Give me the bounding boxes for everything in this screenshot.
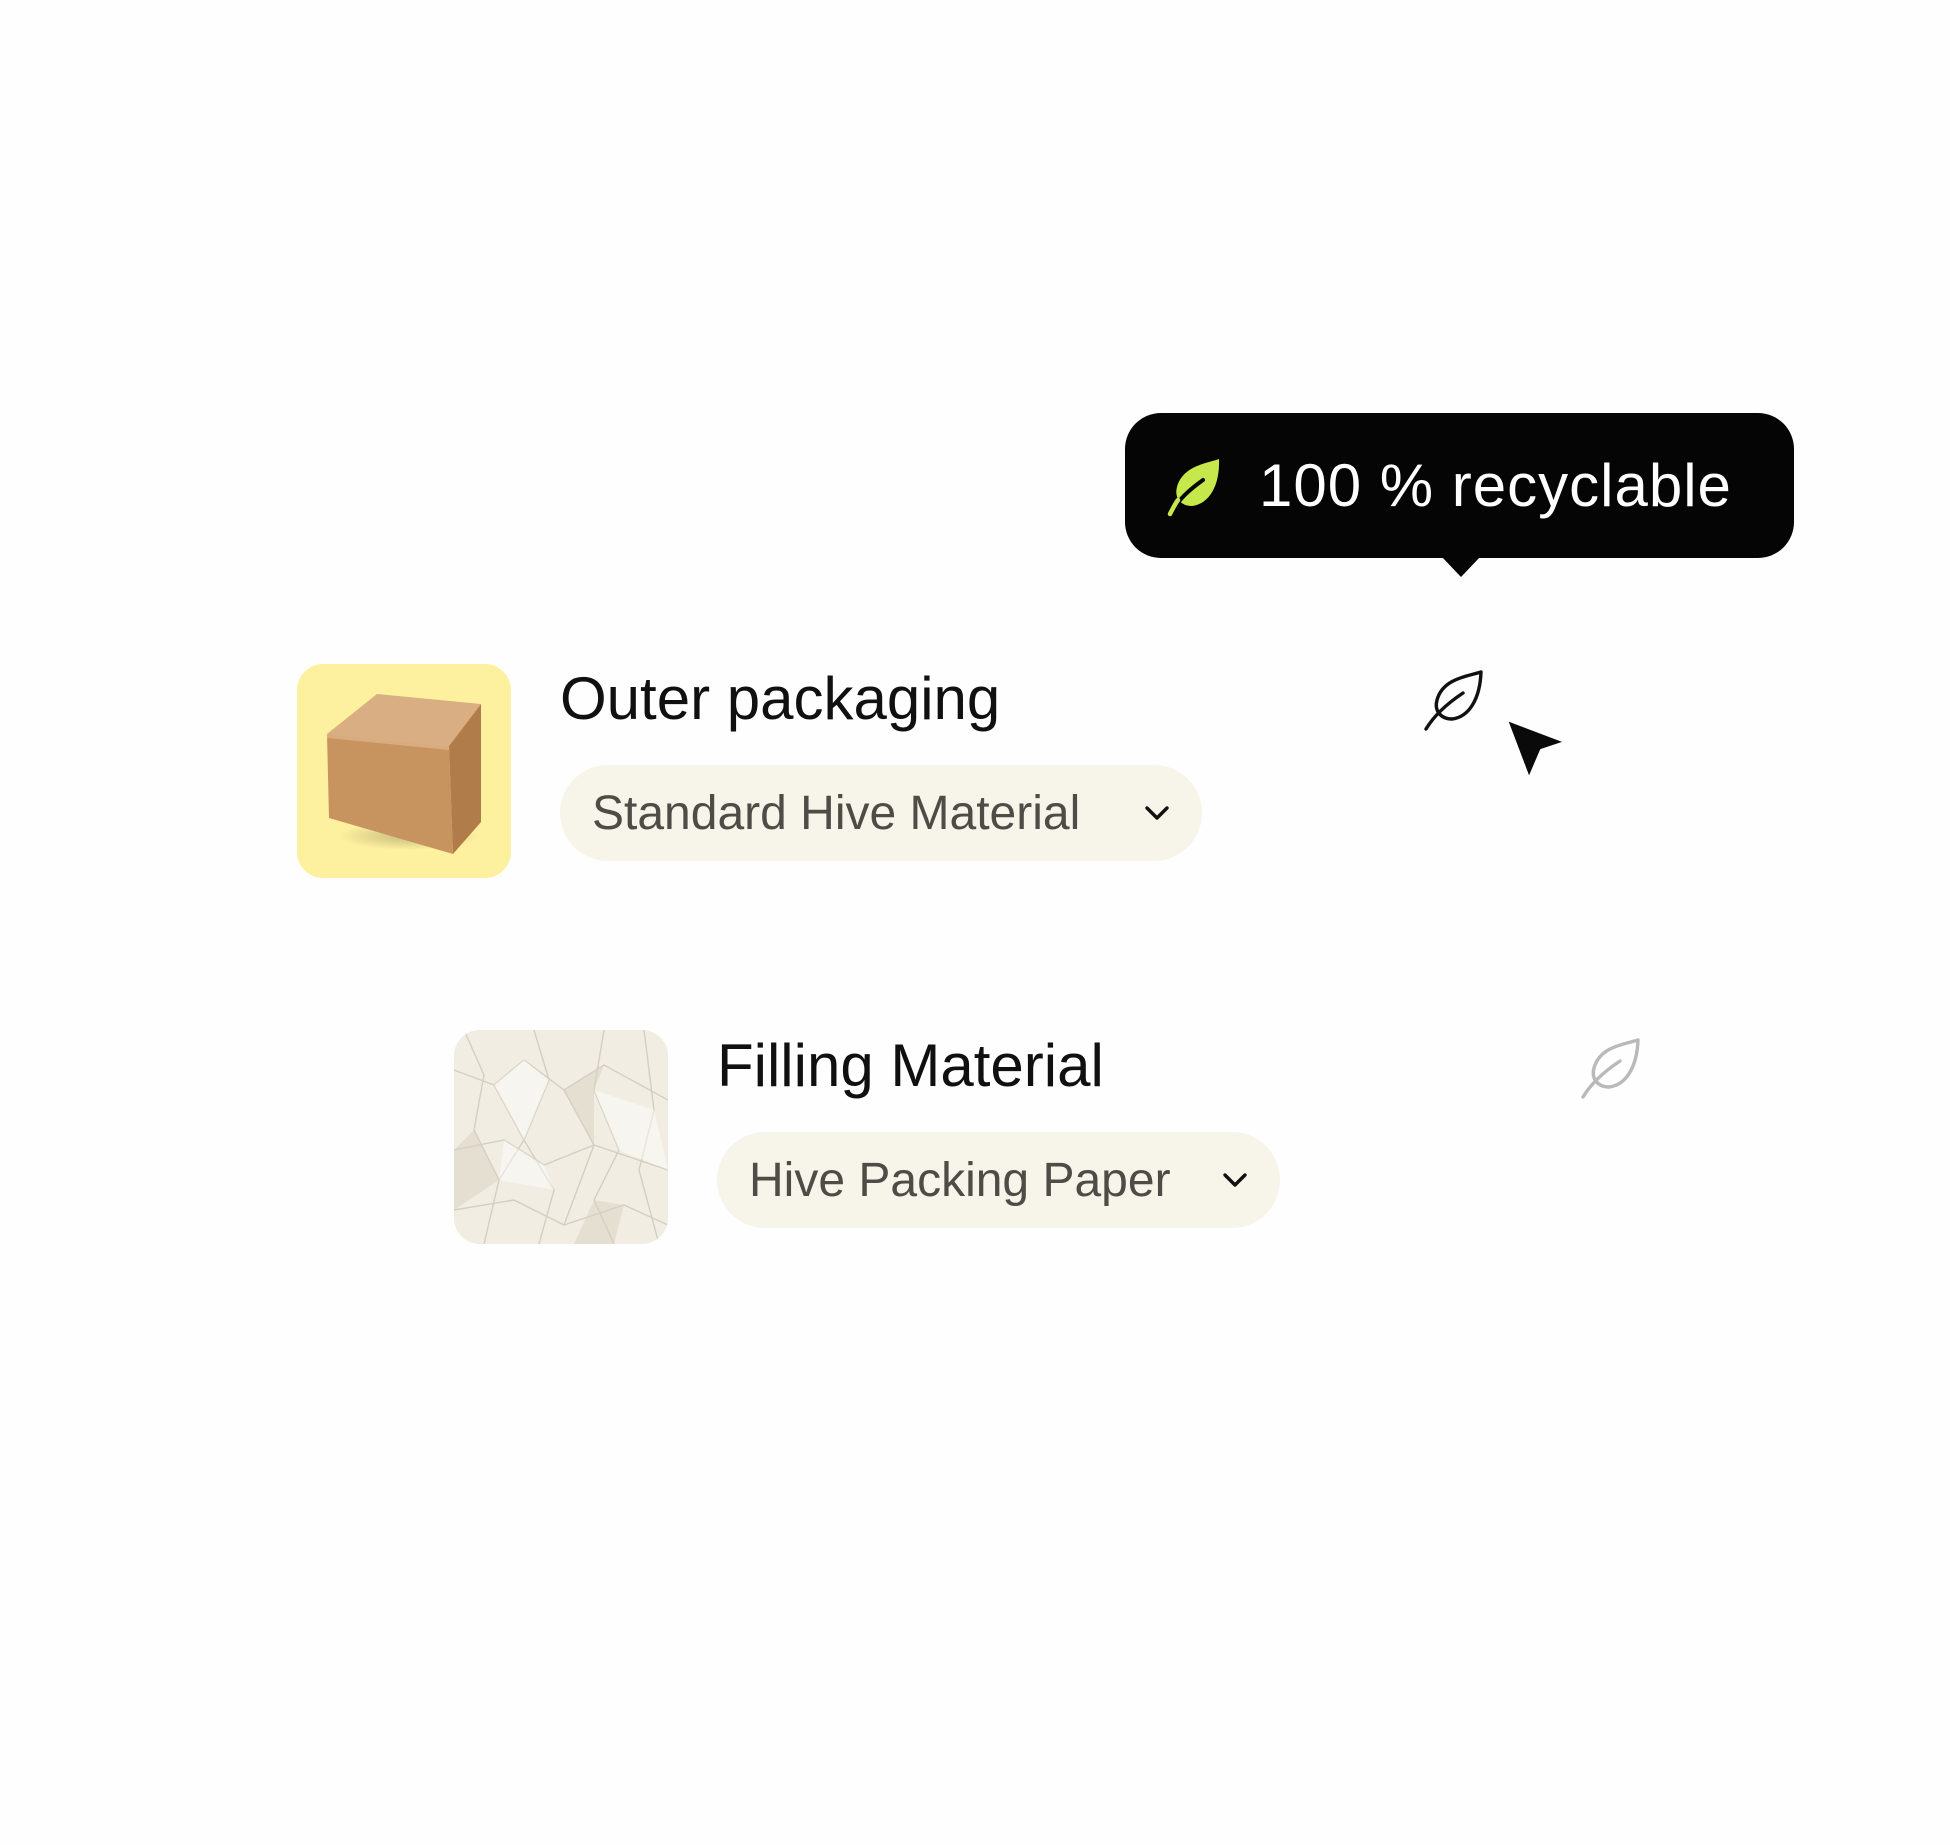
filling-material-title: Filling Material bbox=[717, 1032, 1104, 1099]
crumpled-paper-image bbox=[454, 1030, 668, 1244]
leaf-outline-icon[interactable] bbox=[1578, 1035, 1644, 1101]
leaf-outline-icon[interactable] bbox=[1421, 667, 1487, 733]
outer-packaging-title: Outer packaging bbox=[560, 665, 1001, 732]
chevron-down-icon bbox=[1145, 806, 1169, 820]
outer-packaging-material-select[interactable]: Standard Hive Material bbox=[560, 765, 1202, 861]
outer-packaging-thumbnail bbox=[297, 664, 511, 878]
chevron-down-icon bbox=[1223, 1173, 1247, 1187]
recyclable-tooltip: 100 % recyclable bbox=[1125, 413, 1794, 558]
mouse-cursor-icon bbox=[1506, 719, 1566, 779]
leaf-filled-icon bbox=[1167, 458, 1220, 516]
select-value: Standard Hive Material bbox=[592, 786, 1081, 840]
select-value: Hive Packing Paper bbox=[749, 1153, 1171, 1207]
cardboard-box-image bbox=[327, 694, 481, 854]
filling-material-thumbnail bbox=[454, 1030, 668, 1244]
tooltip-text: 100 % recyclable bbox=[1259, 452, 1732, 519]
tooltip-pointer bbox=[1441, 556, 1481, 577]
filling-material-select[interactable]: Hive Packing Paper bbox=[717, 1132, 1280, 1228]
